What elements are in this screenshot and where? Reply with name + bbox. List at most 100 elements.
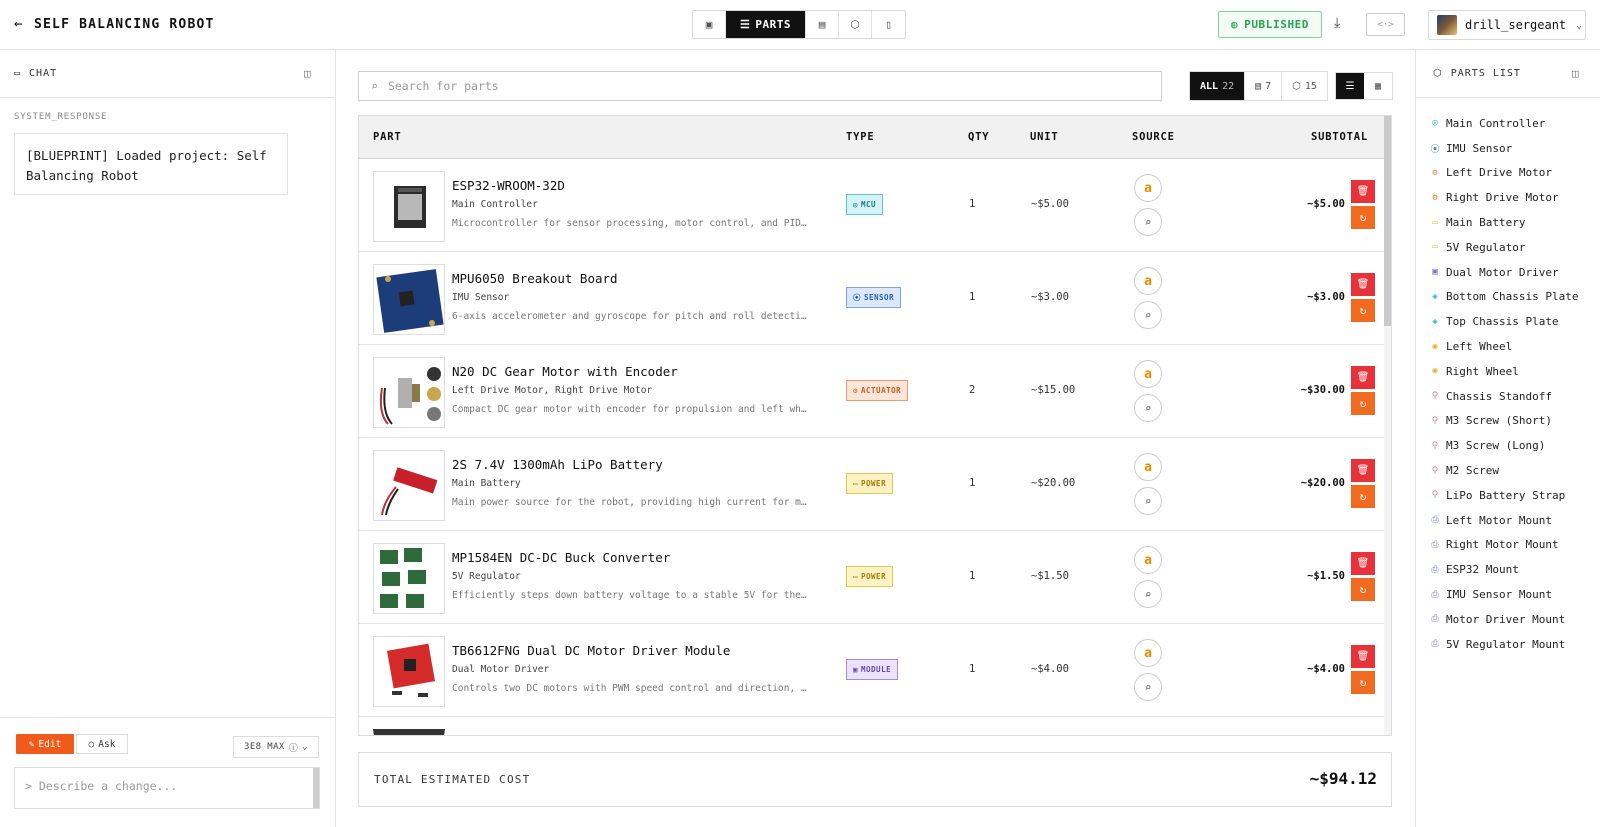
tab-image[interactable]: ▣ bbox=[693, 11, 726, 38]
list-item[interactable]: ⎙ ESP32 Mount bbox=[1430, 557, 1578, 582]
list-item[interactable]: ⚙ Left Drive Motor bbox=[1430, 161, 1578, 186]
delete-part-button[interactable]: 🗑 bbox=[1351, 273, 1375, 296]
chat-bubble-icon: ▭ bbox=[14, 68, 22, 79]
list-item-label: Left Motor Mount bbox=[1446, 513, 1552, 527]
ask-mode-button[interactable]: ○ Ask bbox=[76, 734, 128, 754]
chevron-down-icon: ⌄ bbox=[1576, 19, 1583, 31]
part-description: Efficiently steps down battery voltage t… bbox=[452, 590, 812, 601]
find-source-button[interactable]: ⌕ bbox=[1134, 673, 1162, 701]
list-item[interactable]: ⚲ M3 Screw (Short) bbox=[1430, 409, 1578, 434]
filter-electronics[interactable]: ▤ 7 bbox=[1245, 72, 1283, 100]
list-item[interactable]: ◉ Right Wheel bbox=[1430, 359, 1578, 384]
total-value: ~$94.12 bbox=[1309, 769, 1377, 788]
trash-icon: 🗑 bbox=[1356, 558, 1370, 569]
find-source-button[interactable]: ⌕ bbox=[1134, 208, 1162, 236]
list-view-button[interactable]: ☰ bbox=[1336, 73, 1364, 99]
list-item[interactable]: ⚲ M2 Screw bbox=[1430, 458, 1578, 483]
list-item-label: IMU Sensor Mount bbox=[1446, 588, 1552, 602]
table-scrollbar[interactable] bbox=[1384, 116, 1391, 735]
delete-part-button[interactable]: 🗑 bbox=[1351, 552, 1375, 575]
part-role: Left Drive Motor, Right Drive Motor bbox=[452, 385, 653, 396]
list-item[interactable]: ◎ Main Controller bbox=[1430, 111, 1578, 136]
find-source-button[interactable]: ⌕ bbox=[1134, 301, 1162, 329]
find-source-button[interactable]: ⌕ bbox=[1134, 487, 1162, 515]
list-item-label: Bottom Chassis Plate bbox=[1446, 290, 1579, 304]
replace-part-button[interactable]: ↻ bbox=[1351, 671, 1375, 694]
table-scrollbar-thumb[interactable] bbox=[1384, 116, 1391, 326]
edit-mode-button[interactable]: ✎ Edit bbox=[16, 734, 74, 754]
delete-part-button[interactable]: 🗑 bbox=[1351, 459, 1375, 482]
refresh-icon: ↻ bbox=[1359, 490, 1367, 503]
grid-icon: ▦ bbox=[1374, 80, 1382, 92]
list-item[interactable]: ⦿ IMU Sensor bbox=[1430, 136, 1578, 161]
find-source-button[interactable]: ⌕ bbox=[1134, 580, 1162, 608]
user-menu[interactable]: drill_sergeant ⌄ bbox=[1428, 10, 1586, 40]
model-select[interactable]: 3E8 MAX ⓘ ⌄ bbox=[233, 736, 319, 758]
part-subtotal: ~$30.00 bbox=[1300, 384, 1345, 396]
delete-part-button[interactable]: 🗑 bbox=[1351, 645, 1375, 668]
collapse-panel-icon[interactable]: ◫ bbox=[1572, 67, 1580, 80]
replace-part-button[interactable]: ↻ bbox=[1351, 485, 1375, 508]
list-item[interactable]: ⎙ 5V Regulator Mount bbox=[1430, 632, 1578, 657]
replace-part-button[interactable]: ↻ bbox=[1351, 299, 1375, 322]
embed-label: <·> bbox=[1377, 19, 1394, 30]
list-item[interactable]: ⎙ Left Motor Mount bbox=[1430, 508, 1578, 533]
list-item[interactable]: ▭ Main Battery bbox=[1430, 210, 1578, 235]
search-icon: ⌕ bbox=[1144, 215, 1152, 229]
chat-header: ▭ CHAT ◫ bbox=[0, 50, 335, 98]
filter-mechanical[interactable]: ⬡ 15 bbox=[1282, 72, 1327, 100]
list-item[interactable]: ◉ Left Wheel bbox=[1430, 334, 1578, 359]
list-item[interactable]: ⚲ LiPo Battery Strap bbox=[1430, 483, 1578, 508]
delete-part-button[interactable]: 🗑 bbox=[1351, 366, 1375, 389]
tab-3d[interactable]: ⬡ bbox=[839, 11, 872, 38]
input-scrollbar[interactable] bbox=[313, 768, 319, 808]
published-button[interactable]: ◍ PUBLISHED bbox=[1218, 11, 1322, 38]
list-item[interactable]: ⚲ M3 Screw (Long) bbox=[1430, 433, 1578, 458]
amazon-source-button[interactable]: a bbox=[1134, 639, 1162, 667]
amazon-source-button[interactable]: a bbox=[1134, 453, 1162, 481]
username: drill_sergeant bbox=[1465, 18, 1567, 32]
list-item-label: Main Battery bbox=[1446, 216, 1526, 230]
embed-button[interactable]: <·> bbox=[1366, 13, 1405, 36]
chevron-down-icon: ⌄ bbox=[302, 742, 308, 752]
type-label: MODULE bbox=[861, 665, 892, 674]
describe-change-input[interactable]: > Describe a change... bbox=[14, 767, 320, 809]
type-badge: ▣ MODULE bbox=[846, 659, 899, 680]
tab-board[interactable]: ▤ bbox=[806, 11, 839, 38]
part-subtotal: ~$5.00 bbox=[1307, 198, 1345, 210]
filter-all[interactable]: ALL 22 bbox=[1190, 72, 1246, 100]
back-arrow-icon[interactable]: ← bbox=[14, 16, 22, 32]
collapse-panel-icon[interactable]: ◫ bbox=[304, 67, 312, 80]
list-item[interactable]: ◈ Bottom Chassis Plate bbox=[1430, 285, 1578, 310]
amazon-source-button[interactable]: a bbox=[1134, 267, 1162, 295]
find-source-button[interactable]: ⌕ bbox=[1134, 394, 1162, 422]
replace-part-button[interactable]: ↻ bbox=[1351, 206, 1375, 229]
list-item[interactable]: ⚲ Chassis Standoff bbox=[1430, 384, 1578, 409]
tab-docs[interactable]: ▯ bbox=[872, 11, 905, 38]
board-icon: ▤ bbox=[818, 18, 826, 31]
part-subtotal: ~$1.50 bbox=[1307, 570, 1345, 582]
list-item[interactable]: ▣ Dual Motor Driver bbox=[1430, 260, 1578, 285]
download-icon[interactable]: ⤓ bbox=[1334, 15, 1340, 31]
list-item[interactable]: ⎙ IMU Sensor Mount bbox=[1430, 582, 1578, 607]
part-subtotal: ~$3.00 bbox=[1307, 291, 1345, 303]
amazon-source-button[interactable]: a bbox=[1134, 360, 1162, 388]
list-item[interactable]: ⎙ Right Motor Mount bbox=[1430, 533, 1578, 558]
replace-part-button[interactable]: ↻ bbox=[1351, 392, 1375, 415]
replace-part-button[interactable]: ↻ bbox=[1351, 578, 1375, 601]
plate-icon: ◈ bbox=[1432, 316, 1438, 327]
part-name: MP1584EN DC-DC Buck Converter bbox=[452, 550, 671, 565]
battery-icon: ▭ bbox=[853, 572, 859, 581]
search-input[interactable]: ⌕ Search for parts bbox=[358, 71, 1162, 101]
list-item[interactable]: ⚙ Right Drive Motor bbox=[1430, 185, 1578, 210]
grid-view-button[interactable]: ▦ bbox=[1364, 73, 1392, 99]
tab-parts[interactable]: ☰ PARTS bbox=[726, 11, 806, 38]
list-item[interactable]: ◈ Top Chassis Plate bbox=[1430, 309, 1578, 334]
amazon-source-button[interactable]: a bbox=[1134, 546, 1162, 574]
system-response-label: SYSTEM_RESPONSE bbox=[14, 112, 108, 122]
list-item[interactable]: ▭ 5V Regulator bbox=[1430, 235, 1578, 260]
delete-part-button[interactable]: 🗑 bbox=[1351, 180, 1375, 203]
amazon-source-button[interactable]: a bbox=[1134, 174, 1162, 202]
part-name: MPU6050 Breakout Board bbox=[452, 271, 618, 286]
list-item[interactable]: ⎙ Motor Driver Mount bbox=[1430, 607, 1578, 632]
